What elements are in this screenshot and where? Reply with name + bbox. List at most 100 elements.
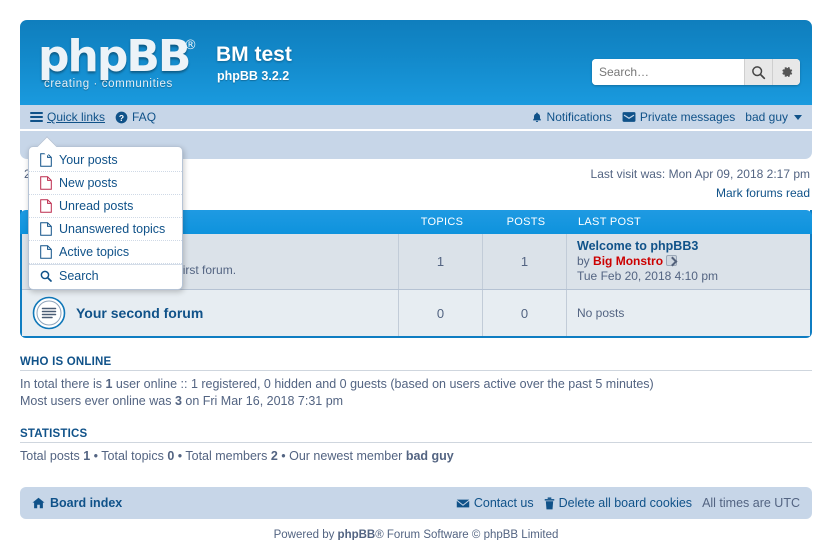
footer-bar: Board index Contact us Delete all board … bbox=[20, 487, 812, 519]
bell-icon bbox=[531, 111, 543, 124]
record-online-count: 3 bbox=[174, 394, 182, 408]
copyright-brand: phpBB bbox=[337, 529, 376, 540]
site-title: BM test bbox=[216, 43, 292, 66]
contact-us-label: Contact us bbox=[473, 496, 534, 510]
last-visit-text: Last visit was: Mon Apr 09, 2018 2:17 pm bbox=[590, 167, 810, 181]
no-posts-text: No posts bbox=[577, 305, 625, 320]
board-index-link[interactable]: Board index bbox=[32, 496, 122, 510]
quick-link-label: Search bbox=[59, 269, 99, 283]
record-online-pre: Most users ever online was bbox=[20, 394, 175, 408]
mark-forums-read-link[interactable]: Mark forums read bbox=[716, 186, 810, 200]
faq-label: FAQ bbox=[132, 110, 157, 124]
quick-links-label: Quick links bbox=[47, 110, 106, 124]
envelope-icon bbox=[456, 498, 470, 509]
copyright-pre: Powered by bbox=[273, 529, 338, 540]
last-post-cell: Welcome to phpBB3 by Big Monstro Tue Feb… bbox=[566, 234, 810, 289]
logo-tagline: creating · communities bbox=[44, 78, 173, 90]
quick-links-dropdown: Your posts New posts Unread posts Unansw… bbox=[28, 146, 183, 290]
online-total-post: user online :: 1 registered, 0 hidden an… bbox=[112, 377, 654, 391]
forum-title-link[interactable]: Your second forum bbox=[76, 305, 203, 321]
posts-count: 0 bbox=[482, 290, 566, 336]
table-row: Your second forum 0 0 No posts bbox=[22, 290, 810, 336]
last-post-author-link[interactable]: Big Monstro bbox=[593, 254, 663, 268]
search-input[interactable] bbox=[592, 59, 744, 85]
site-description: phpBB 3.2.2 bbox=[217, 69, 290, 83]
forum-name-cell: Your second forum bbox=[22, 290, 398, 336]
logo-registered-mark: ® bbox=[184, 38, 197, 53]
who-is-online-title: WHO IS ONLINE bbox=[20, 356, 812, 371]
last-post-title-link[interactable]: Welcome to phpBB3 bbox=[577, 239, 698, 253]
quick-link-your-posts[interactable]: Your posts bbox=[29, 149, 182, 172]
quick-link-label: Active topics bbox=[59, 245, 130, 259]
quick-link-unanswered-topics[interactable]: Unanswered topics bbox=[29, 218, 182, 241]
statistics-section: STATISTICS Total posts 1 • Total topics … bbox=[20, 428, 812, 465]
total-members-value: 2 bbox=[270, 449, 278, 463]
private-messages-link[interactable]: Private messages bbox=[622, 110, 735, 124]
phpbb-board-index-page: phpBB ® creating · communities BM test p… bbox=[0, 0, 832, 540]
topics-count: 1 bbox=[398, 234, 482, 289]
caret-down-icon bbox=[794, 114, 802, 120]
column-header-posts: POSTS bbox=[506, 216, 546, 228]
record-online-line: Most users ever online was 3 on Fri Mar … bbox=[20, 393, 812, 410]
question-circle-icon: ? bbox=[115, 111, 128, 124]
quick-link-label: Unread posts bbox=[59, 199, 134, 213]
stat-sep-1: • bbox=[90, 449, 102, 463]
phpbb-logo[interactable]: phpBB ® creating · communities bbox=[36, 34, 211, 96]
newest-member-label: Our newest member bbox=[289, 449, 406, 463]
envelope-icon bbox=[622, 111, 636, 123]
copyright-line: Powered by phpBB® Forum Software © phpBB… bbox=[20, 529, 812, 540]
delete-cookies-link[interactable]: Delete all board cookies bbox=[544, 496, 692, 510]
quick-link-search[interactable]: Search bbox=[29, 264, 182, 287]
record-online-post: on Fri Mar 16, 2018 7:31 pm bbox=[181, 394, 344, 408]
who-is-online-section: WHO IS ONLINE In total there is 1 user o… bbox=[20, 356, 812, 410]
last-post-by-label: by bbox=[577, 254, 590, 268]
topics-count: 0 bbox=[398, 290, 482, 336]
delete-cookies-label: Delete all board cookies bbox=[558, 496, 693, 510]
page-icon bbox=[40, 222, 52, 236]
newest-member-link[interactable]: bad guy bbox=[406, 449, 454, 463]
online-total-pre: In total there is bbox=[20, 377, 106, 391]
navbar-right-group: Notifications Private messages bad guy bbox=[531, 110, 802, 124]
column-header-topics: TOPICS bbox=[420, 216, 464, 228]
svg-text:?: ? bbox=[119, 112, 124, 122]
home-icon bbox=[32, 497, 45, 509]
page-icon bbox=[40, 245, 52, 259]
primary-navbar: Quick links ? FAQ Notifications Private … bbox=[20, 105, 812, 131]
logo-text: phpBB bbox=[38, 31, 191, 82]
column-header-last-post: LAST POST bbox=[578, 216, 642, 228]
page-icon bbox=[40, 153, 52, 167]
quick-link-new-posts[interactable]: New posts bbox=[29, 172, 182, 195]
notifications-label: Notifications bbox=[546, 110, 612, 124]
quick-link-unread-posts[interactable]: Unread posts bbox=[29, 195, 182, 218]
page-icon bbox=[40, 176, 52, 190]
stat-sep-2: • bbox=[174, 449, 186, 463]
statistics-title: STATISTICS bbox=[20, 428, 812, 443]
gear-icon[interactable] bbox=[772, 59, 800, 85]
statistics-body: Total posts 1 • Total topics 0 • Total m… bbox=[20, 443, 812, 465]
quick-link-label: Your posts bbox=[59, 153, 118, 167]
last-post-date: Tue Feb 20, 2018 4:10 pm bbox=[577, 269, 718, 283]
contact-us-link[interactable]: Contact us bbox=[456, 496, 534, 510]
search-box bbox=[592, 59, 800, 85]
copyright-post: ® Forum Software © phpBB Limited bbox=[375, 529, 559, 540]
stat-sep-3: • bbox=[277, 449, 290, 463]
quick-link-label: New posts bbox=[59, 176, 118, 190]
board-index-label: Board index bbox=[50, 496, 123, 510]
user-menu-button[interactable]: bad guy bbox=[745, 110, 802, 124]
quick-link-active-topics[interactable]: Active topics bbox=[29, 241, 182, 264]
search-icon[interactable] bbox=[744, 59, 772, 85]
hamburger-icon bbox=[30, 110, 43, 124]
forum-icon bbox=[32, 296, 66, 330]
quick-links-button[interactable]: Quick links bbox=[30, 110, 105, 124]
faq-link[interactable]: ? FAQ bbox=[115, 110, 156, 124]
quick-link-label: Unanswered topics bbox=[59, 222, 166, 236]
goto-last-post-icon[interactable] bbox=[666, 255, 678, 266]
private-messages-label: Private messages bbox=[639, 110, 736, 124]
notifications-link[interactable]: Notifications bbox=[531, 110, 612, 124]
search-icon bbox=[40, 269, 52, 283]
total-posts-label: Total posts bbox=[20, 449, 84, 463]
forum-name-block: Your second forum bbox=[76, 305, 203, 321]
total-members-label: Total members bbox=[185, 449, 271, 463]
page-icon bbox=[40, 199, 52, 213]
total-topics-label: Total topics bbox=[101, 449, 168, 463]
